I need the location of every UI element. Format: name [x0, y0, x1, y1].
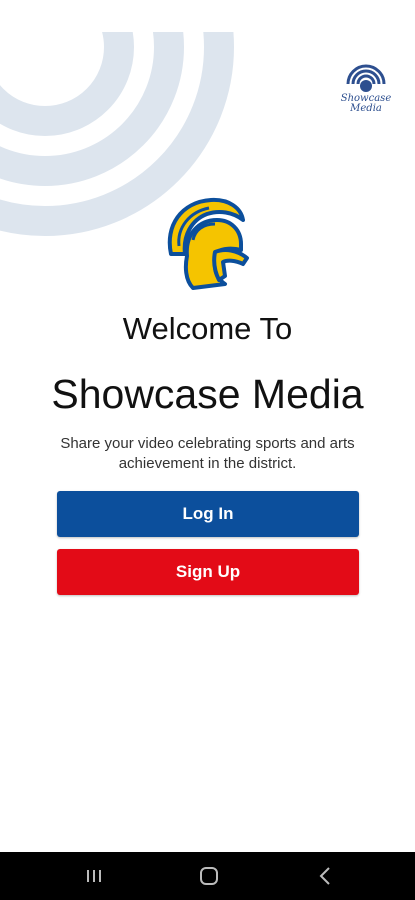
broadcast-signal-icon [346, 64, 386, 92]
nav-recents-button[interactable] [64, 852, 124, 900]
log-in-button[interactable]: Log In [57, 491, 359, 537]
corner-logo-line2: Media [350, 103, 382, 114]
welcome-screen: Showcase Media Welcome To Showcase Media… [0, 0, 415, 900]
welcome-heading: Welcome To [122, 311, 293, 346]
spartan-helmet-icon [167, 197, 249, 290]
corner-logo-text: Showcase Media [334, 94, 398, 114]
system-navigation-bar [0, 852, 415, 900]
recent-apps-icon [87, 870, 101, 882]
sign-up-button[interactable]: Sign Up [57, 549, 359, 595]
tagline-text: Share your video celebrating sports and … [60, 435, 355, 472]
home-icon [200, 867, 218, 885]
app-title: Showcase Media [51, 371, 364, 417]
corner-logo: Showcase Media [334, 58, 398, 118]
nav-back-button[interactable] [295, 852, 355, 900]
nav-home-button[interactable] [179, 852, 239, 900]
back-icon [319, 867, 330, 885]
status-bar [0, 0, 415, 32]
